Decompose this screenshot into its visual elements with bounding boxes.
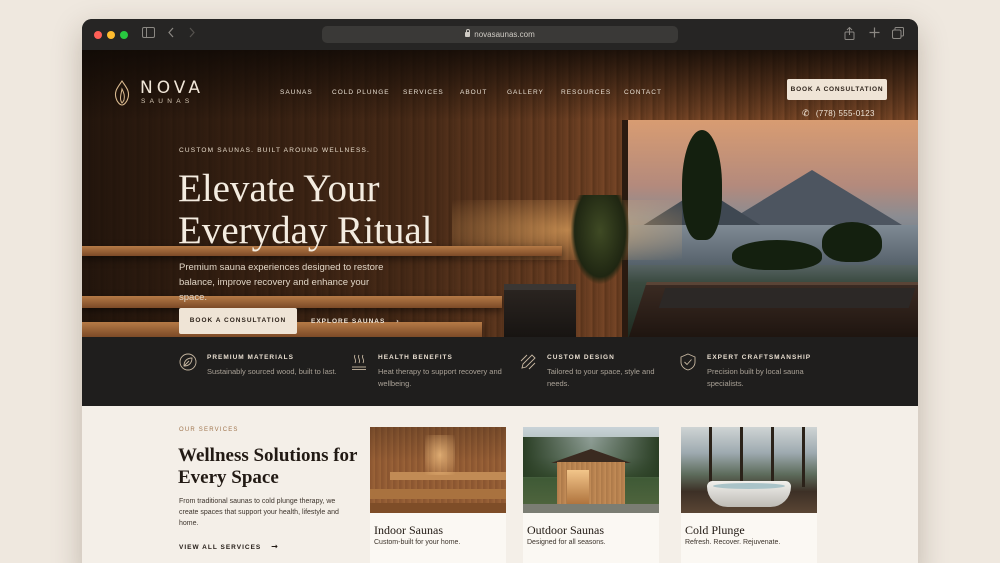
tree-shape [822, 222, 882, 262]
cold-plunge-image [681, 427, 817, 513]
brand-tagline: SAUNAS [141, 98, 194, 105]
share-icon[interactable] [844, 26, 855, 43]
tree-shape [732, 240, 822, 270]
explore-saunas-label: EXPLORE SAUNAS [311, 318, 386, 325]
browser-toolbar: novasaunas.com [82, 19, 918, 50]
service-card-indoor-saunas[interactable]: Indoor Saunas Custom-built for your home… [370, 427, 506, 563]
feature-desc: Tailored to your space, style and needs. [547, 367, 655, 388]
lock-icon [465, 29, 471, 37]
hero-section: NOVA SAUNAS SAUNAS COLD PLUNGE SERVICES … [82, 50, 918, 337]
services-title: Wellness Solutions for Every Space [178, 445, 358, 488]
feature-title: HEALTH BENEFITS [378, 354, 453, 361]
hero-headline: Elevate Your Everyday Ritual [178, 168, 498, 252]
chevron-right-icon: › [396, 317, 400, 325]
nav-item-resources[interactable]: RESOURCES [561, 89, 611, 96]
zoom-window-button[interactable] [120, 31, 128, 39]
hero-eyebrow: CUSTOM SAUNAS. BUILT AROUND WELLNESS. [179, 147, 371, 154]
card-desc: Custom-built for your home. [374, 539, 461, 546]
steam-icon [352, 354, 366, 370]
arrow-right-icon: → [271, 542, 279, 551]
browser-window: novasaunas.com NOVA SAUNAS SAUNAS COLD P… [82, 19, 918, 563]
indoor-sauna-image [370, 427, 506, 513]
phone-link[interactable]: ✆ (778) 555-0123 [802, 109, 875, 119]
sauna-stove [504, 284, 576, 337]
services-eyebrow: OUR SERVICES [179, 427, 239, 433]
tab-overview-icon[interactable] [892, 27, 904, 42]
shield-check-icon [680, 353, 696, 371]
feature-desc: Sustainably sourced wood, built to last. [207, 367, 337, 376]
plant-shape [570, 195, 630, 285]
new-tab-icon[interactable] [869, 27, 880, 41]
nav-item-saunas[interactable]: SAUNAS [280, 89, 313, 96]
feature-desc: Heat therapy to support recovery and wel… [378, 367, 502, 388]
services-description: From traditional saunas to cold plunge t… [179, 498, 339, 527]
hero-subtext: Premium sauna experiences designed to re… [179, 262, 384, 303]
feature-desc: Precision built by local sauna specialis… [707, 367, 804, 388]
hero-book-consultation-button[interactable]: BOOK A CONSULTATION [179, 308, 297, 334]
outdoor-sauna-image [523, 427, 659, 513]
plunge-water [658, 288, 916, 308]
leaf-icon [179, 353, 197, 371]
card-title: Indoor Saunas [374, 523, 443, 537]
sidebar-icon[interactable] [142, 27, 155, 41]
nav-item-services[interactable]: SERVICES [403, 89, 444, 96]
service-card-outdoor-saunas[interactable]: Outdoor Saunas Designed for all seasons. [523, 427, 659, 563]
phone-number: (778) 555-0123 [815, 109, 875, 118]
nav-item-cold-plunge[interactable]: COLD PLUNGE [332, 89, 390, 96]
explore-saunas-link[interactable]: EXPLORE SAUNAS › [311, 317, 400, 325]
nav-item-contact[interactable]: CONTACT [624, 89, 662, 96]
address-url: novasaunas.com [474, 30, 535, 39]
feature-title: PREMIUM MATERIALS [207, 354, 294, 361]
address-bar[interactable]: novasaunas.com [322, 26, 678, 43]
nav-item-gallery[interactable]: GALLERY [507, 89, 544, 96]
features-strip: PREMIUM MATERIALS Sustainably sourced wo… [82, 337, 918, 406]
forward-icon[interactable] [188, 27, 196, 41]
feature-title: CUSTOM DESIGN [547, 354, 615, 361]
flame-logo-icon [114, 80, 130, 106]
nav-book-consultation-button[interactable]: BOOK A CONSULTATION [787, 79, 887, 100]
brand-name: NOVA [140, 78, 204, 98]
service-card-cold-plunge[interactable]: Cold Plunge Refresh. Recover. Rejuvenate… [681, 427, 817, 563]
card-title: Outdoor Saunas [527, 523, 604, 537]
services-section: OUR SERVICES Wellness Solutions for Ever… [82, 406, 918, 563]
tree-shape [682, 130, 722, 240]
close-window-button[interactable] [94, 31, 102, 39]
minimize-window-button[interactable] [107, 31, 115, 39]
nav-item-about[interactable]: ABOUT [460, 89, 487, 96]
view-all-services-link[interactable]: VIEW ALL SERVICES → [179, 542, 279, 551]
back-icon[interactable] [167, 27, 175, 41]
feature-title: EXPERT CRAFTSMANSHIP [707, 354, 812, 361]
card-desc: Refresh. Recover. Rejuvenate. [685, 539, 781, 546]
pencil-ruler-icon [520, 354, 536, 370]
hero-headline-line2: Everyday Ritual [178, 209, 433, 252]
card-desc: Designed for all seasons. [527, 539, 606, 546]
view-all-services-label: VIEW ALL SERVICES [179, 544, 262, 551]
card-title: Cold Plunge [685, 523, 745, 537]
hero-headline-line1: Elevate Your [178, 167, 380, 210]
phone-icon: ✆ [802, 109, 810, 119]
